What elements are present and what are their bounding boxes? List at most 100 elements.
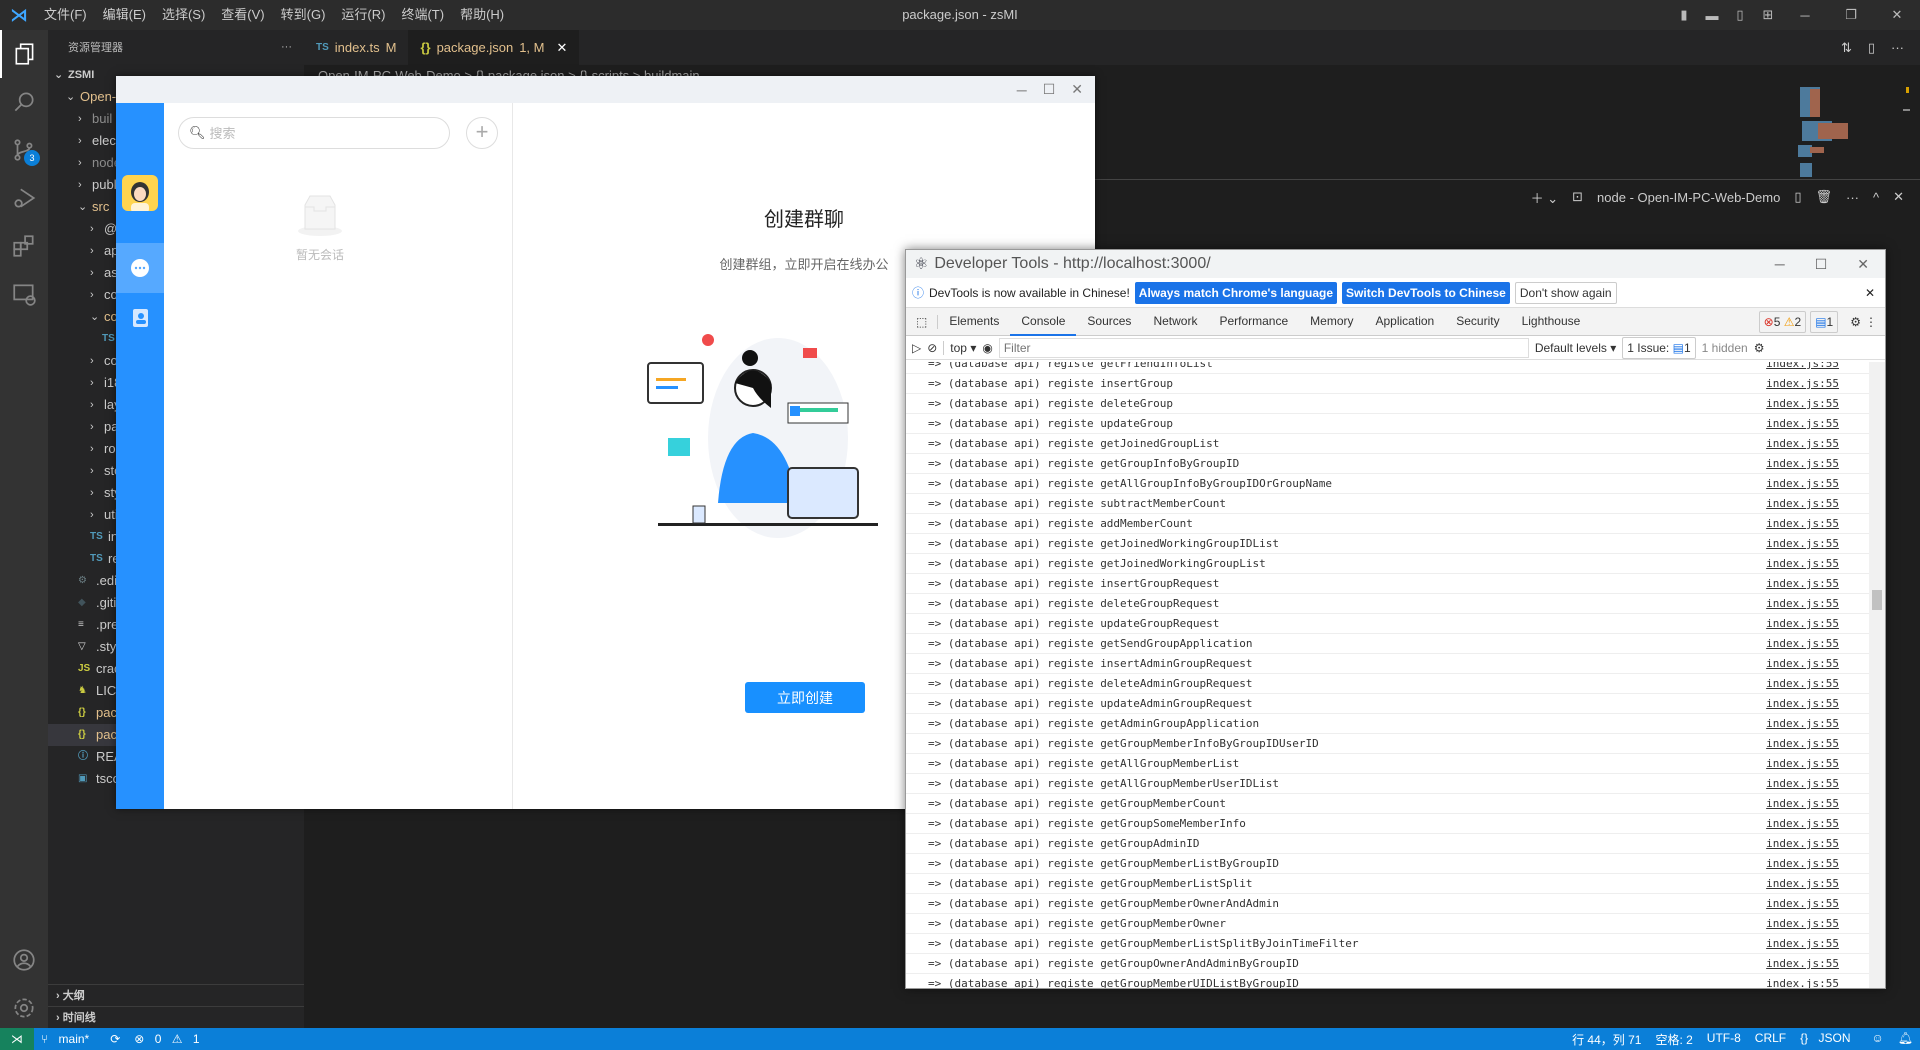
source-link[interactable]: index.js:55 <box>1766 434 1839 453</box>
avatar[interactable] <box>122 175 158 211</box>
source-link[interactable]: index.js:55 <box>1766 674 1839 693</box>
more-icon[interactable]: ··· <box>1846 190 1859 205</box>
customize-layout-icon[interactable]: ⊞ <box>1754 7 1782 23</box>
notifications-icon[interactable]: 🔔︎ <box>1898 1031 1913 1048</box>
search-button[interactable] <box>0 78 48 126</box>
devtools-tab-application[interactable]: Application <box>1365 308 1446 336</box>
source-link[interactable]: index.js:55 <box>1766 934 1839 953</box>
remote-explorer-button[interactable] <box>0 270 48 318</box>
maximize-panel-icon[interactable]: ^ <box>1873 190 1879 205</box>
filter-input[interactable] <box>998 337 1529 358</box>
minimap[interactable] <box>1790 85 1910 179</box>
indentation[interactable]: 空格: 2 <box>1655 1031 1692 1048</box>
split-editor-icon[interactable]: ▯ <box>1868 40 1875 56</box>
source-link[interactable]: index.js:55 <box>1766 794 1839 813</box>
source-link[interactable]: index.js:55 <box>1766 954 1839 973</box>
terminal-name[interactable]: node - Open-IM-PC-Web-Demo <box>1597 190 1780 205</box>
devtools-tab-console[interactable]: Console <box>1010 308 1077 336</box>
run-debug-button[interactable] <box>0 174 48 222</box>
source-link[interactable]: index.js:55 <box>1766 374 1839 393</box>
open-changes-icon[interactable]: ⇅ <box>1841 40 1852 56</box>
more-options-icon[interactable]: ⋮ <box>1865 315 1877 329</box>
restore-button[interactable]: ❐ <box>1828 7 1874 23</box>
nav-contacts[interactable] <box>116 293 164 343</box>
language-mode[interactable]: {} JSON <box>1800 1031 1857 1048</box>
toggle-sidebar-icon[interactable]: ▮ <box>1670 7 1698 23</box>
toggle-secondary-sidebar-icon[interactable]: ▯ <box>1726 7 1754 23</box>
devtools-tab-performance[interactable]: Performance <box>1208 308 1299 336</box>
minimize-button[interactable]: ─ <box>1782 8 1828 23</box>
explorer-button[interactable] <box>0 30 48 78</box>
live-expression-icon[interactable]: ◉ <box>982 341 992 355</box>
devtools-tab-elements[interactable]: Elements <box>938 308 1010 336</box>
context-select[interactable]: top ▾ <box>943 340 976 355</box>
issues-counter[interactable]: ⊗5 ⚠2 <box>1758 310 1807 333</box>
source-link[interactable]: index.js:55 <box>1766 454 1839 473</box>
encoding[interactable]: UTF-8 <box>1707 1031 1741 1048</box>
menu-item[interactable]: 文件(F) <box>36 0 95 30</box>
source-link[interactable]: index.js:55 <box>1766 474 1839 493</box>
create-now-button[interactable]: 立即创建 <box>745 682 865 713</box>
devtools-close-button[interactable]: ✕ <box>1857 256 1869 273</box>
close-button[interactable]: ✕ <box>1874 7 1920 23</box>
issues-button[interactable]: 1 Issue: ▤1 <box>1622 336 1696 359</box>
messages-counter[interactable]: ▤1 <box>1810 310 1839 333</box>
manage-button[interactable] <box>0 984 48 1032</box>
source-link[interactable]: index.js:55 <box>1766 554 1839 573</box>
source-link[interactable]: index.js:55 <box>1766 534 1839 553</box>
menu-item[interactable]: 编辑(E) <box>95 0 154 30</box>
inspect-element-icon[interactable]: ⬚ <box>906 314 939 329</box>
source-link[interactable]: index.js:55 <box>1766 654 1839 673</box>
source-link[interactable]: index.js:55 <box>1766 414 1839 433</box>
settings-icon[interactable]: ⚙ <box>1850 315 1861 329</box>
source-link[interactable]: index.js:55 <box>1766 754 1839 773</box>
source-link[interactable]: index.js:55 <box>1766 714 1839 733</box>
sidebar-toggle-icon[interactable]: ▷ <box>912 341 921 355</box>
source-link[interactable]: index.js:55 <box>1766 394 1839 413</box>
devtools-tab-memory[interactable]: Memory <box>1299 308 1364 336</box>
source-link[interactable]: index.js:55 <box>1766 614 1839 633</box>
source-link[interactable]: index.js:55 <box>1766 362 1839 373</box>
line-ending[interactable]: CRLF <box>1755 1031 1786 1048</box>
close-tab-icon[interactable]: ✕ <box>556 40 567 56</box>
match-language-button[interactable]: Always match Chrome's language <box>1134 281 1338 304</box>
menu-item[interactable]: 选择(S) <box>154 0 213 30</box>
feedback-icon[interactable]: ☺ <box>1872 1031 1884 1048</box>
toggle-panel-icon[interactable]: ▬ <box>1698 8 1726 23</box>
devtools-tab-network[interactable]: Network <box>1142 308 1208 336</box>
menu-item[interactable]: 运行(R) <box>333 0 393 30</box>
accounts-button[interactable] <box>0 936 48 984</box>
cursor-position[interactable]: 行 44，列 71 <box>1572 1031 1641 1048</box>
switch-chinese-button[interactable]: Switch DevTools to Chinese <box>1342 281 1510 304</box>
source-link[interactable]: index.js:55 <box>1766 894 1839 913</box>
new-terminal-icon[interactable]: ＋ ⌄ <box>1531 188 1559 207</box>
source-link[interactable]: index.js:55 <box>1766 834 1839 853</box>
source-link[interactable]: index.js:55 <box>1766 494 1839 513</box>
kill-terminal-icon[interactable]: 🗑 <box>1815 189 1832 205</box>
source-link[interactable]: index.js:55 <box>1766 734 1839 753</box>
more-actions-icon[interactable]: ··· <box>1891 40 1904 55</box>
source-link[interactable]: index.js:55 <box>1766 514 1839 533</box>
source-control-button[interactable]: 3 <box>0 126 48 174</box>
source-link[interactable]: index.js:55 <box>1766 974 1839 988</box>
devtools-tab-lighthouse[interactable]: Lighthouse <box>1511 308 1592 336</box>
timeline-section[interactable]: › 时间线 <box>48 1006 304 1028</box>
nav-conversations[interactable] <box>116 243 164 293</box>
close-panel-icon[interactable]: ✕ <box>1893 189 1904 205</box>
devtools-minimize-button[interactable]: ─ <box>1775 256 1785 273</box>
console-settings-icon[interactable]: ⚙ <box>1754 341 1765 355</box>
devtools-tab-security[interactable]: Security <box>1445 308 1510 336</box>
clear-console-icon[interactable]: ⊘ <box>927 341 937 355</box>
source-link[interactable]: index.js:55 <box>1766 634 1839 653</box>
log-levels-select[interactable]: Default levels ▾ <box>1535 341 1616 355</box>
outline-section[interactable]: › 大纲 <box>48 984 304 1006</box>
remote-indicator[interactable]: ⋊ <box>0 1028 34 1050</box>
scrollbar-thumb[interactable] <box>1872 590 1882 610</box>
source-link[interactable]: index.js:55 <box>1766 914 1839 933</box>
tab-index-ts[interactable]: TS index.ts M <box>304 30 408 65</box>
split-terminal-icon[interactable]: ▯ <box>1794 189 1801 205</box>
source-link[interactable]: index.js:55 <box>1766 694 1839 713</box>
menu-item[interactable]: 终端(T) <box>393 0 452 30</box>
menu-item[interactable]: 查看(V) <box>213 0 272 30</box>
close-infobar-icon[interactable]: ✕ <box>1865 286 1875 300</box>
